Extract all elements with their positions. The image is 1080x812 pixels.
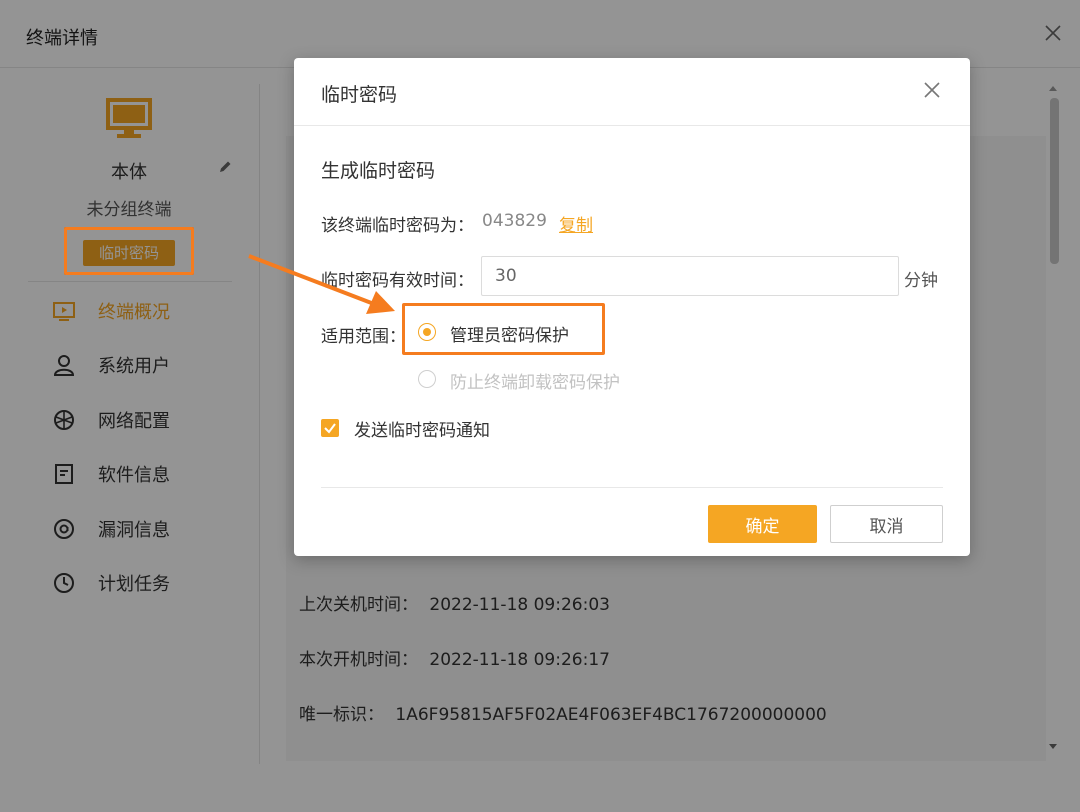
section-title: 生成临时密码 [321,160,436,182]
validity-label: 临时密码有效时间： [321,271,474,291]
dialog-footer-divider [321,487,943,488]
ok-button[interactable]: 确定 [708,505,817,543]
password-value: 043829 [482,211,547,231]
notify-checkbox[interactable] [321,419,339,437]
validity-unit: 分钟 [904,271,938,291]
highlight-box-admin-radio [402,303,605,355]
radio-label-uninstall-protect[interactable]: 防止终端卸载密码保护 [450,368,620,393]
scope-label: 适用范围： [321,327,406,347]
highlight-box-sidebar [64,227,194,275]
validity-input[interactable] [481,256,899,296]
dialog-header-divider [294,125,970,126]
cancel-button[interactable]: 取消 [830,505,943,543]
check-icon [324,423,336,434]
close-icon[interactable] [920,78,944,102]
password-label: 该终端临时密码为： [321,216,474,236]
notify-label[interactable]: 发送临时密码通知 [354,416,490,441]
temp-password-dialog: 临时密码 生成临时密码 该终端临时密码为： 043829 复制 临时密码有效时间… [294,58,970,556]
radio-uninstall-protect[interactable] [418,370,436,388]
dialog-title: 临时密码 [321,84,398,106]
copy-link[interactable]: 复制 [559,211,593,236]
